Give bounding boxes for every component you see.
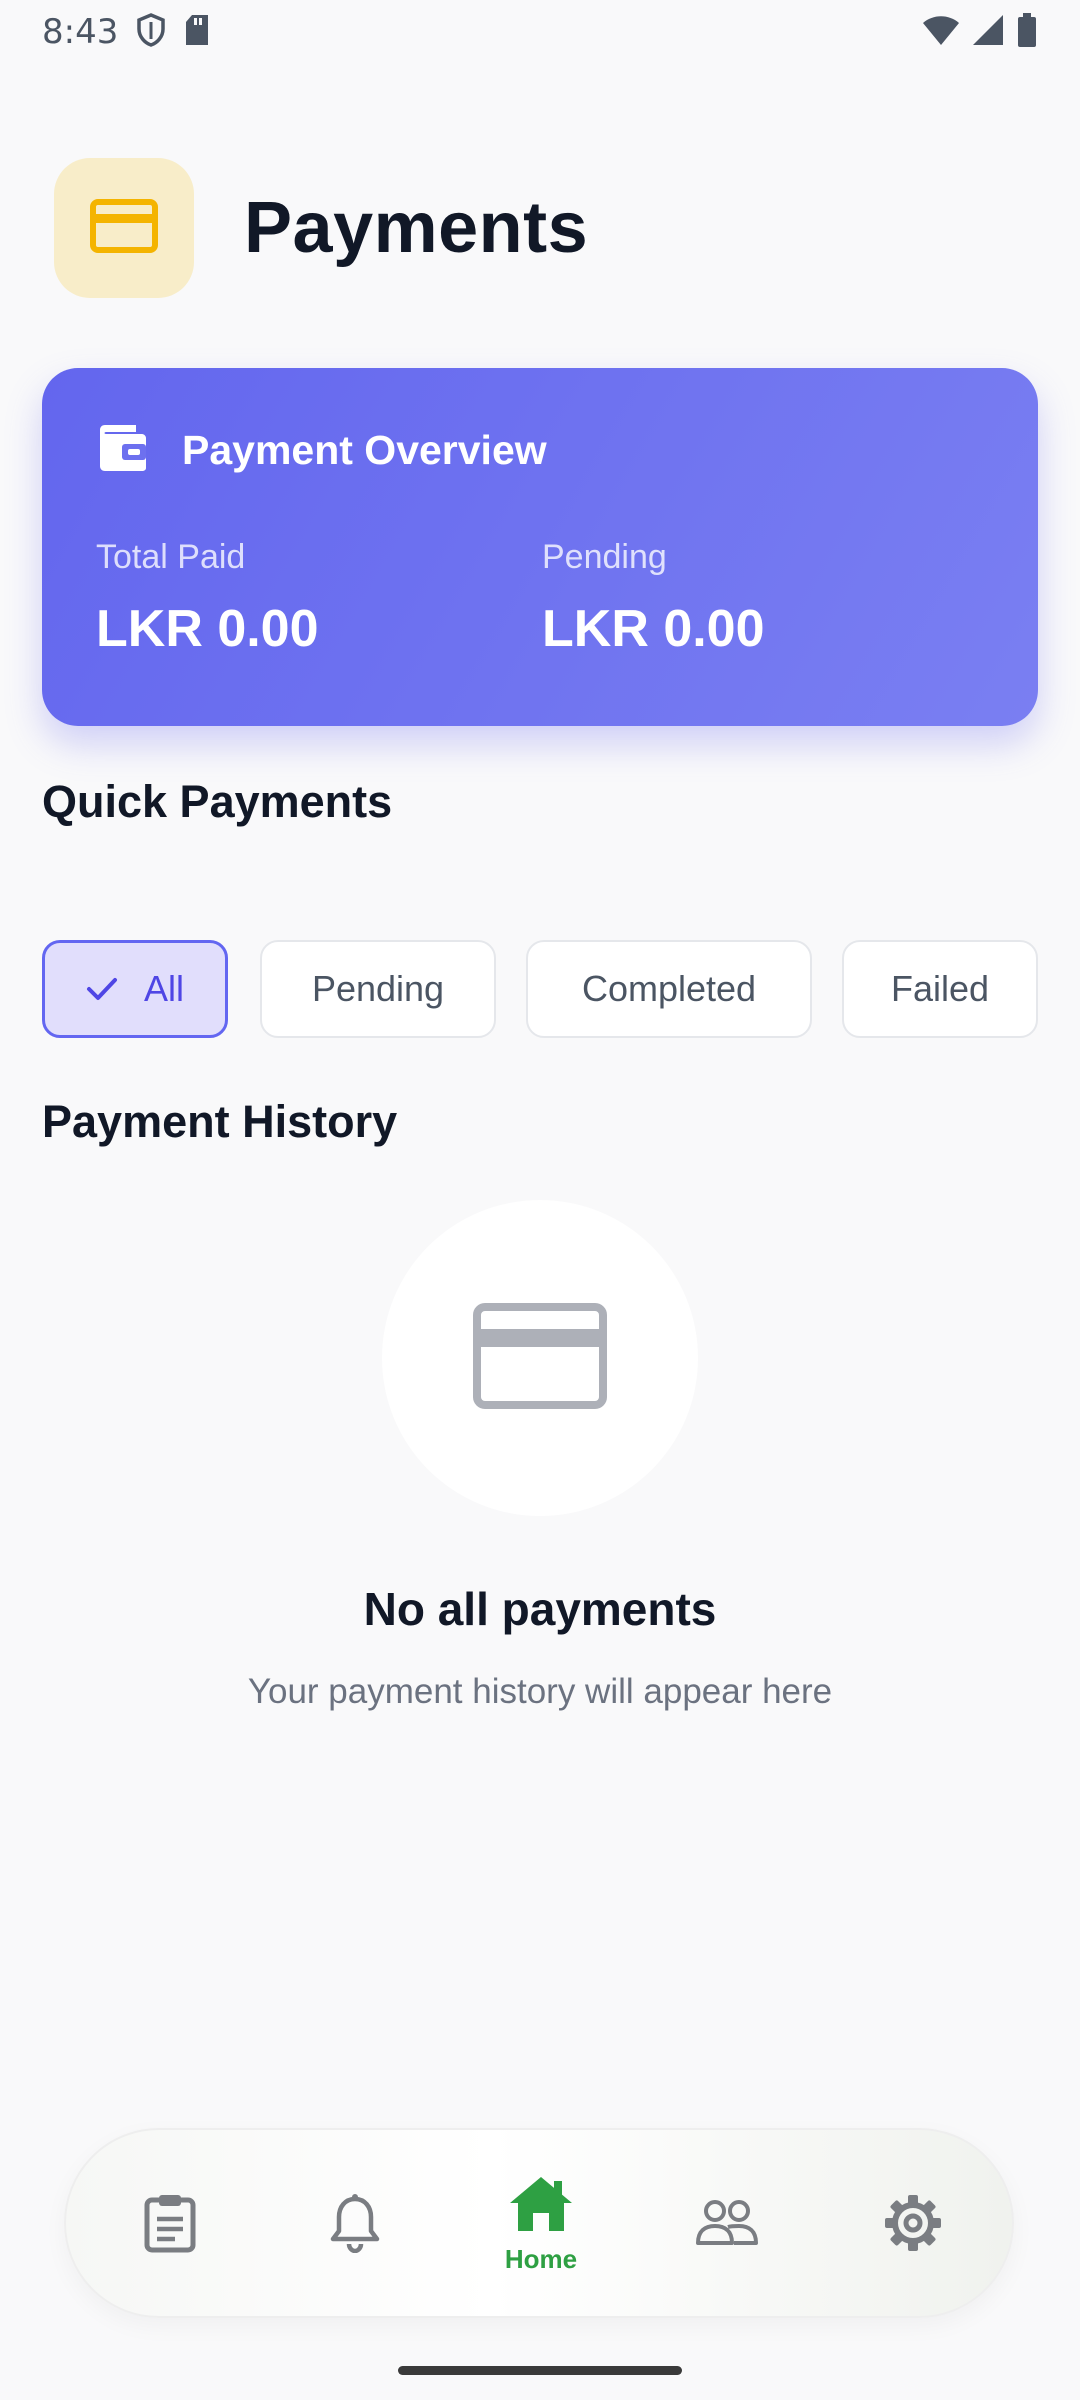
overview-title: Payment Overview <box>182 427 547 473</box>
filter-chip-label: All <box>143 968 184 1009</box>
people-icon <box>695 2199 759 2252</box>
wifi-icon <box>922 14 960 51</box>
total-paid-value: LKR 0.00 <box>96 600 319 658</box>
filter-chip-label: Completed <box>581 968 757 1009</box>
filter-chip-all[interactable]: All <box>42 940 228 1038</box>
nav-item-home[interactable]: Home <box>466 2130 616 2320</box>
filter-chip-failed[interactable]: Failed <box>842 940 1038 1038</box>
filter-chip-completed[interactable]: Completed <box>526 940 812 1038</box>
empty-state-subtitle: Your payment history will appear here <box>247 1672 833 1711</box>
payment-overview-card: Payment Overview Total Paid LKR 0.00 Pen… <box>42 368 1038 726</box>
clipboard-icon <box>142 2193 198 2258</box>
battery-icon <box>1016 12 1038 52</box>
status-right <box>922 12 1038 52</box>
page-header: Payments <box>54 158 588 298</box>
status-bar: 8:43 <box>0 0 1080 64</box>
header-icon-box <box>54 158 194 298</box>
pending-label: Pending <box>542 538 667 576</box>
quick-payments-title: Quick Payments <box>42 776 393 827</box>
shield-icon <box>136 12 166 52</box>
nav-item-label: Home <box>504 2244 578 2274</box>
nav-item-settings[interactable] <box>838 2130 988 2320</box>
nav-item-people[interactable] <box>652 2130 802 2320</box>
total-paid-label: Total Paid <box>96 538 246 576</box>
pending-block: Pending LKR 0.00 <box>542 538 765 659</box>
signal-icon <box>972 14 1004 51</box>
filter-chips: All Pending Completed Failed <box>42 940 1038 1038</box>
home-indicator <box>398 2366 682 2375</box>
page-title: Payments <box>244 188 589 268</box>
filter-chip-label: Failed <box>890 968 990 1009</box>
nav-item-tasks[interactable] <box>95 2130 245 2320</box>
bottom-nav: Home <box>64 2128 1014 2318</box>
credit-card-icon <box>473 1302 607 1414</box>
payment-history-title: Payment History <box>42 1096 398 1147</box>
total-paid-block: Total Paid LKR 0.00 <box>96 538 319 659</box>
credit-card-icon <box>90 198 158 258</box>
nav-item-notifications[interactable] <box>280 2130 430 2320</box>
empty-state-circle <box>382 1200 698 1516</box>
wallet-icon <box>96 424 148 477</box>
filter-chip-label: Pending <box>311 968 445 1009</box>
pending-value: LKR 0.00 <box>542 600 765 658</box>
status-time: 8:43 <box>42 12 119 52</box>
check-icon <box>86 977 118 1001</box>
overview-header: Payment Overview <box>96 424 547 477</box>
status-left: 8:43 <box>42 12 210 52</box>
filter-chip-pending[interactable]: Pending <box>260 940 496 1038</box>
sd-card-icon <box>184 14 210 51</box>
gear-icon <box>883 2193 943 2258</box>
empty-state-title: No all payments <box>363 1583 717 1635</box>
bell-icon <box>330 2193 380 2258</box>
home-icon <box>508 2175 574 2238</box>
